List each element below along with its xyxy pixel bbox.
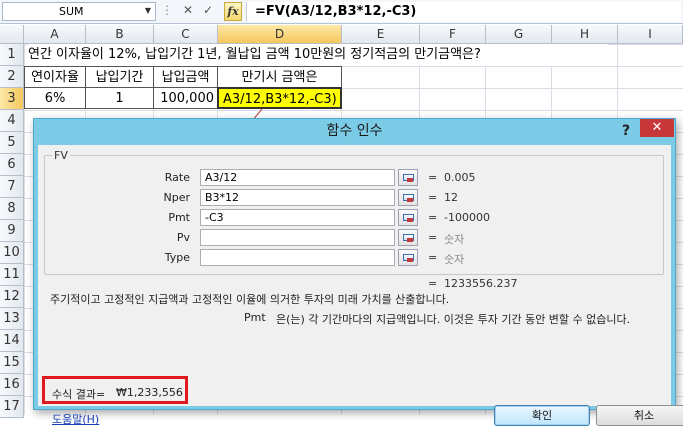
collapse-dialog-icon[interactable] [398,189,418,206]
ok-button[interactable]: 확인 [494,405,590,426]
arg-label-pv: Pv [176,231,190,244]
column-header-a[interactable]: A [24,25,86,44]
column-header-g[interactable]: G [486,25,552,44]
column-header-e[interactable]: E [342,25,420,44]
dialog-title: 함수 인수 [326,123,383,139]
function-arguments-dialog: 함수 인수 ? ✕ FV Rate A3/12 = 0.005 Nper B3*… [33,118,683,426]
collapse-dialog-icon[interactable] [398,229,418,246]
row-header-11[interactable]: 11 [0,264,24,286]
column-header-c[interactable]: C [154,25,218,44]
name-box-value: SUM [59,5,84,18]
arg-help-text: 은(는) 각 기간마다의 지급액입니다. 이것은 투자 기간 동안 변할 수 없… [276,313,631,326]
equals-sign: = [428,191,438,204]
dialog-body: FV Rate A3/12 = 0.005 Nper B3*12 = 12 Pm… [38,145,683,426]
cell-a1-title[interactable]: 연간 이자율이 12%, 납입기간 1년, 월납입 금액 10만원의 정기적금의… [28,44,608,66]
equals-sign: = [428,171,438,184]
row-header-14[interactable]: 14 [0,330,24,352]
arg-value-type: 숫자 [444,253,465,266]
collapse-dialog-icon[interactable] [398,169,418,186]
row-header-2[interactable]: 2 [0,66,24,88]
column-header-h[interactable]: H [552,25,618,44]
help-icon[interactable]: ? [616,121,636,141]
arg-value-rate: 0.005 [444,171,476,184]
row-header-5[interactable]: 5 [0,132,24,154]
arg-label-type: Type [164,251,190,264]
name-box[interactable]: SUM ▼ [2,2,156,21]
row-header-9[interactable]: 9 [0,220,24,242]
row-header-15[interactable]: 15 [0,352,24,374]
select-all-corner[interactable] [0,25,24,44]
cell-a2[interactable]: 연이자율 [24,66,86,88]
arg-input-nper[interactable]: B3*12 [200,189,395,206]
cell-d2[interactable]: 만기시 금액은 [217,66,342,88]
formula-result-label: 수식 결과= [52,388,106,401]
equals-sign: = [428,277,438,290]
arg-label-pmt: Pmt [168,211,190,224]
arg-value-nper: 12 [444,191,458,204]
arg-input-pv[interactable] [200,229,395,246]
insert-function-button[interactable]: fx [224,2,242,21]
collapse-dialog-icon[interactable] [398,209,418,226]
collapse-dialog-icon[interactable] [398,249,418,266]
formula-bar: SUM ▼ ⋮ ✕ ✓ fx =FV(A3/12,B3*12,-C3) [0,0,683,24]
arg-value-pv: 숫자 [444,233,465,246]
column-header-b[interactable]: B [86,25,154,44]
column-header-i[interactable]: I [618,25,683,44]
arg-input-type[interactable] [200,249,395,266]
formula-result-value: ₩1,233,556 [116,386,183,399]
cell-a3[interactable]: 6% [24,87,86,109]
arg-label-rate: Rate [164,171,190,184]
row-header-8[interactable]: 8 [0,198,24,220]
cell-b3[interactable]: 1 [85,87,154,109]
row-header-10[interactable]: 10 [0,242,24,264]
row-header-13[interactable]: 13 [0,308,24,330]
row-header-3[interactable]: 3 [0,88,24,110]
row-header-16[interactable]: 16 [0,374,24,396]
row-header-6[interactable]: 6 [0,154,24,176]
function-result-value: 1233556.237 [444,277,518,290]
equals-sign: = [428,211,438,224]
arg-label-nper: Nper [163,191,190,204]
formula-bar-grip-icon: ⋮ [161,3,173,17]
arg-input-pmt[interactable]: -C3 [200,209,395,226]
column-header-d[interactable]: D [218,25,342,44]
function-name-label: FV [52,149,70,162]
arg-help-name: Pmt [244,311,266,324]
arg-value-pmt: -100000 [444,211,490,224]
formula-input[interactable]: =FV(A3/12,B3*12,-C3) [246,2,681,22]
cell-b2[interactable]: 납입기간 [85,66,154,88]
arg-input-rate[interactable]: A3/12 [200,169,395,186]
cancel-formula-button[interactable]: ✕ [180,3,196,21]
enter-formula-button[interactable]: ✓ [200,3,216,21]
close-icon[interactable]: ✕ [640,119,674,137]
function-description: 주기적이고 고정적인 지급액과 고정적인 이율에 의거한 투자의 미래 가치를 … [50,293,450,306]
equals-sign: = [428,251,438,264]
row-header-7[interactable]: 7 [0,176,24,198]
help-link[interactable]: 도움말(H) [52,411,99,427]
row-header-4[interactable]: 4 [0,110,24,132]
name-box-dropdown-icon[interactable]: ▼ [143,6,153,18]
column-header-f[interactable]: F [420,25,486,44]
cell-c2[interactable]: 납입금액 [153,66,218,88]
cell-d3-editing[interactable]: A3/12,B3*12,-C3) [217,87,342,109]
cell-c3[interactable]: 100,000 [153,87,218,109]
cancel-button[interactable]: 취소 [596,405,683,426]
equals-sign: = [428,231,438,244]
row-header-1[interactable]: 1 [0,44,24,66]
row-header-12[interactable]: 12 [0,286,24,308]
